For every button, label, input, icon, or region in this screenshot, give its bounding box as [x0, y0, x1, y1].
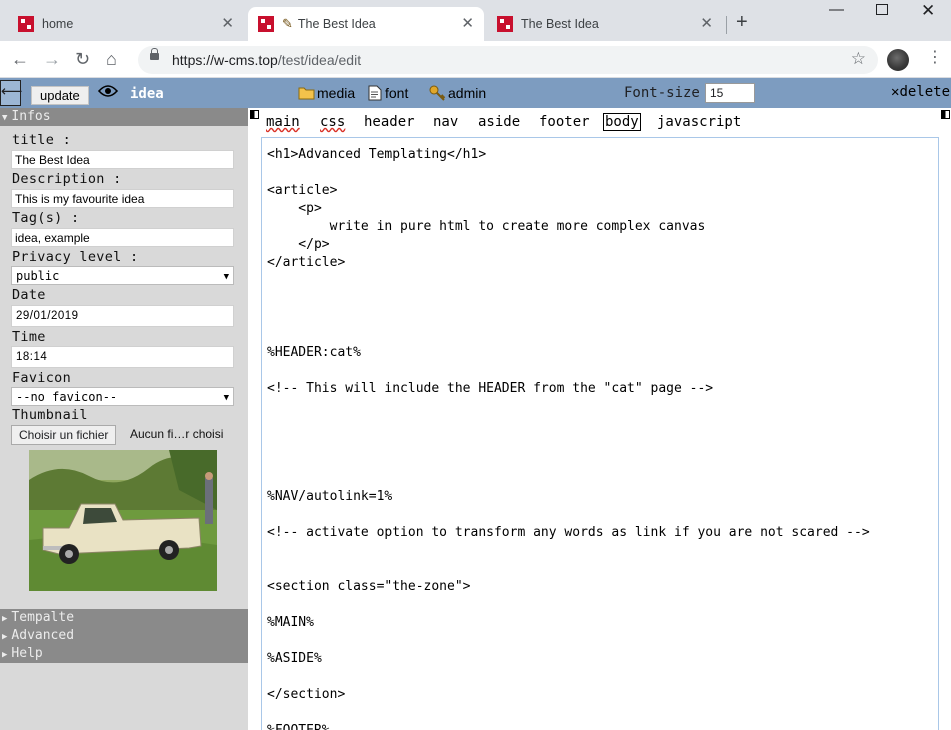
infos-label: Infos — [11, 109, 51, 124]
tab-title: home — [42, 17, 74, 31]
code-content: <h1>Advanced Templating</h1> <article> <… — [267, 147, 870, 730]
time-input[interactable]: 18:14 — [11, 346, 234, 368]
help-label: Help — [11, 646, 43, 661]
browser-tab-home[interactable]: home ✕ — [8, 7, 244, 41]
reload-icon[interactable]: ↻ — [75, 49, 90, 69]
favicon-label: Favicon — [12, 370, 71, 386]
toggle-left-panel-icon[interactable] — [250, 110, 259, 119]
title-label: title : — [12, 132, 71, 148]
triangle-right-icon: ▶ — [2, 650, 8, 660]
date-input[interactable]: 29/01/2019 — [11, 305, 234, 327]
tab-separator — [726, 16, 727, 34]
time-label: Time — [12, 329, 46, 345]
close-tab-icon[interactable]: ✕ — [700, 16, 713, 32]
close-tab-icon[interactable]: ✕ — [221, 16, 234, 32]
browser-tab-strip: home ✕ ✎ The Best Idea ✕ The Best Idea ✕… — [0, 0, 951, 41]
thumbnail-image — [29, 450, 217, 591]
thumbnail-label: Thumbnail — [12, 407, 88, 423]
close-window-icon[interactable]: ✕ — [921, 2, 935, 19]
title-input[interactable]: The Best Idea — [11, 150, 234, 169]
infos-section-header[interactable]: ▼ Infos — [0, 108, 248, 126]
media-label: media — [317, 85, 356, 101]
tab-main[interactable]: main — [264, 114, 302, 130]
maximize-window-icon[interactable] — [876, 4, 888, 15]
url-path: /test/idea/edit — [277, 52, 362, 68]
forward-arrow-icon[interactable]: → — [43, 49, 61, 69]
browser-tab-third[interactable]: The Best Idea ✕ — [487, 7, 723, 41]
privacy-select[interactable]: public ▼ — [11, 266, 234, 285]
lock-icon — [150, 48, 159, 60]
code-editor[interactable]: <h1>Advanced Templating</h1> <article> <… — [261, 137, 939, 730]
triangle-right-icon: ▶ — [2, 632, 8, 642]
browser-toolbar: ← → ↻ ⌂ https://w-cms.top/test/idea/edit… — [0, 41, 951, 78]
new-tab-plus-icon[interactable]: + — [736, 12, 748, 32]
tab-javascript[interactable]: javascript — [655, 114, 743, 130]
date-label: Date — [12, 287, 46, 303]
choose-file-button[interactable]: Choisir un fichier — [11, 425, 117, 445]
tags-input[interactable]: idea, example — [11, 228, 234, 247]
document-icon — [368, 85, 382, 101]
dropdown-arrow-icon: ▼ — [223, 272, 229, 282]
tab-css[interactable]: css — [318, 114, 347, 130]
eye-icon[interactable] — [98, 84, 118, 98]
profile-avatar[interactable] — [887, 49, 909, 71]
info-sidebar: ▼ Infos title : The Best Idea Description… — [0, 108, 248, 730]
browser-menu-icon[interactable]: ⋮ — [927, 49, 943, 67]
description-input[interactable]: This is my favourite idea — [11, 189, 234, 208]
url-host: https://w-cms.top — [172, 52, 278, 68]
site-favicon-icon — [18, 16, 34, 32]
pencil-icon: ✎ — [282, 16, 293, 31]
delete-label: delete — [899, 84, 951, 100]
tab-aside[interactable]: aside — [476, 114, 522, 130]
minimize-window-icon[interactable]: — — [829, 2, 844, 18]
delete-button[interactable]: ✕delete — [891, 84, 950, 100]
back-arrow-icon[interactable]: ← — [11, 49, 29, 69]
tab-title: The Best Idea — [521, 17, 599, 31]
tab-header[interactable]: header — [362, 114, 417, 130]
admin-link[interactable]: admin — [429, 85, 486, 101]
triangle-right-icon: ▶ — [2, 614, 8, 624]
tab-nav[interactable]: nav — [431, 114, 460, 130]
bookmark-star-icon[interactable]: ☆ — [851, 49, 866, 69]
update-button[interactable]: update — [31, 86, 89, 105]
favicon-select[interactable]: --no favicon-- ▼ — [11, 387, 234, 406]
advanced-section-header[interactable]: ▶ Advanced — [2, 627, 74, 646]
font-label: font — [385, 85, 409, 101]
browser-tab-active[interactable]: ✎ The Best Idea ✕ — [248, 7, 484, 41]
editor-panel: main css header nav aside footer body ja… — [248, 108, 951, 730]
folder-icon — [298, 87, 315, 100]
no-file-chosen-text: Aucun fi…r choisi — [130, 427, 224, 441]
favicon-selected-value: --no favicon-- — [16, 390, 118, 404]
privacy-label: Privacy level : — [12, 249, 139, 265]
idea-name-link[interactable]: idea — [130, 86, 164, 102]
site-favicon-icon — [258, 16, 274, 32]
template-label: Tempalte — [11, 610, 75, 625]
site-favicon-icon — [497, 16, 513, 32]
address-bar[interactable]: https://w-cms.top/test/idea/edit ☆ — [138, 46, 878, 74]
triangle-down-icon: ▼ — [2, 113, 8, 123]
advanced-label: Advanced — [11, 628, 75, 643]
description-label: Description : — [12, 171, 122, 187]
template-section-header[interactable]: ▶ Tempalte — [2, 609, 74, 628]
media-link[interactable]: media — [298, 85, 355, 101]
privacy-selected-value: public — [16, 269, 60, 283]
key-icon — [429, 85, 446, 101]
url-text[interactable]: https://w-cms.top/test/idea/edit — [172, 52, 361, 68]
close-tab-icon[interactable]: ✕ — [461, 16, 474, 32]
font-size-input[interactable]: 15 — [705, 83, 755, 103]
tab-footer[interactable]: footer — [537, 114, 592, 130]
dropdown-arrow-icon: ▼ — [223, 393, 229, 403]
font-size-label: Font-size — [624, 85, 700, 101]
cms-menu-bar: ⟵ update idea media font admin Font-size… — [0, 78, 951, 108]
back-to-home-button[interactable]: ⟵ — [0, 80, 23, 106]
help-section-header[interactable]: ▶ Help — [2, 645, 43, 664]
home-icon[interactable]: ⌂ — [106, 49, 117, 69]
toggle-right-panel-icon[interactable] — [941, 110, 950, 119]
tags-label: Tag(s) : — [12, 210, 80, 226]
collapsed-sections: ▶ Tempalte ▶ Advanced ▶ Help — [0, 609, 248, 663]
admin-label: admin — [448, 85, 487, 101]
tab-body[interactable]: body — [603, 113, 641, 131]
tab-title: The Best Idea — [297, 17, 376, 31]
font-link[interactable]: font — [368, 85, 408, 101]
